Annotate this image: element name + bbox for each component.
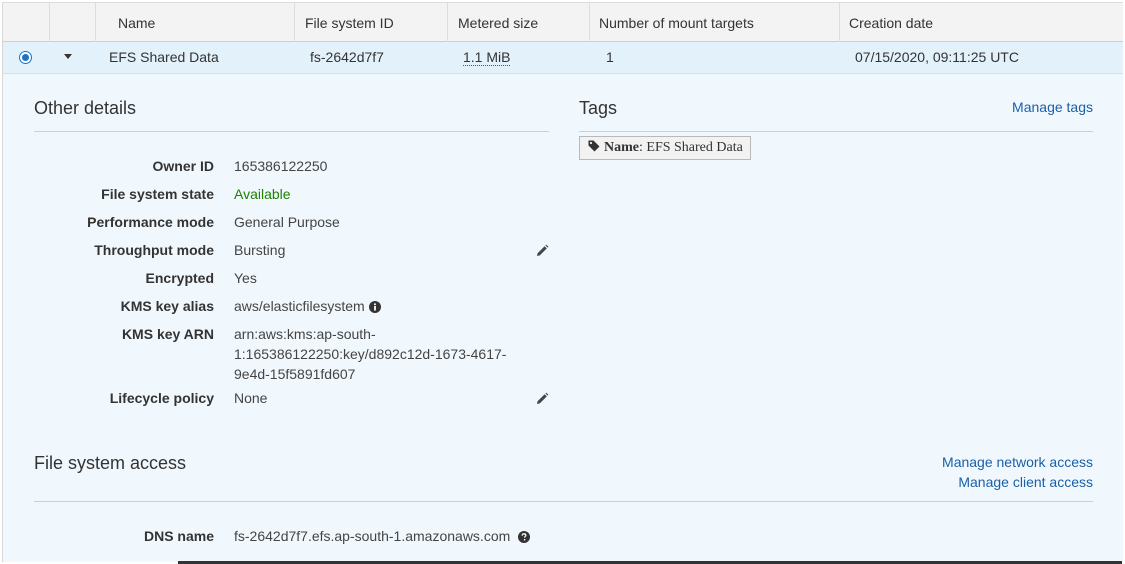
- tag-icon: [588, 140, 600, 152]
- dns-name-row: fs-2642d7f7.efs.ap-south-1.amazonaws.com: [234, 528, 531, 544]
- manage-tags-link[interactable]: Manage tags: [1012, 99, 1093, 115]
- kms-key-alias-label: KMS key alias: [120, 298, 214, 314]
- help-icon[interactable]: [518, 531, 531, 543]
- throughput-mode-label: Throughput mode: [94, 242, 214, 258]
- file-system-panel: Name File system ID Metered size Number …: [2, 2, 1123, 562]
- col-header-file-system-id[interactable]: File system ID: [294, 3, 447, 42]
- tag-key: Name: [604, 140, 639, 155]
- radio-selected-icon[interactable]: [19, 51, 32, 64]
- row-metered-size[interactable]: 1.1 MiB: [463, 42, 511, 74]
- info-icon[interactable]: [368, 301, 381, 313]
- header-expand-col: [49, 3, 95, 42]
- kms-key-arn-value: arn:aws:kms:ap-south-1:165386122250:key/…: [234, 326, 507, 382]
- tag-value: : EFS Shared Data: [639, 140, 743, 155]
- table-header: Name File system ID Metered size Number …: [3, 2, 1123, 42]
- encrypted-label: Encrypted: [145, 270, 214, 286]
- row-mount-targets: 1: [606, 49, 614, 65]
- col-header-name[interactable]: Name: [95, 3, 294, 42]
- dns-name-label: DNS name: [143, 528, 214, 544]
- performance-mode-label: Performance mode: [87, 214, 214, 230]
- dns-name-value: fs-2642d7f7.efs.ap-south-1.amazonaws.com: [234, 528, 511, 544]
- col-header-mount-targets[interactable]: Number of mount targets: [589, 3, 839, 42]
- owner-id-label: Owner ID: [152, 158, 214, 174]
- table-row[interactable]: EFS Shared Data fs-2642d7f7 1.1 MiB 1 07…: [3, 42, 1123, 74]
- lifecycle-policy-label: Lifecycle policy: [109, 390, 214, 406]
- col-header-creation-date[interactable]: Creation date: [839, 3, 1123, 42]
- pencil-icon[interactable]: [535, 392, 549, 406]
- tags-title: Tags: [579, 98, 618, 118]
- col-header-metered-size[interactable]: Metered size: [447, 3, 589, 42]
- row-name: EFS Shared Data: [109, 49, 219, 65]
- throughput-mode-value: Bursting: [234, 242, 286, 258]
- kms-key-arn-label: KMS key ARN: [121, 326, 214, 342]
- owner-id-value: 165386122250: [234, 158, 328, 174]
- kms-key-alias-row: aws/elasticfilesystem: [234, 298, 381, 314]
- row-creation-date: 07/15/2020, 09:11:25 UTC: [855, 49, 1019, 65]
- row-file-system-id: fs-2642d7f7: [310, 49, 384, 65]
- kms-key-alias-value: aws/elasticfilesystem: [234, 298, 365, 314]
- manage-network-access-link[interactable]: Manage network access: [942, 454, 1093, 470]
- metered-size-value[interactable]: 1.1 MiB: [463, 49, 511, 66]
- other-details-divider: [34, 131, 549, 132]
- caret-down-icon[interactable]: [64, 54, 72, 59]
- tags-divider: [579, 131, 1093, 132]
- other-details-title: Other details: [34, 98, 137, 118]
- header-select-col: [3, 3, 49, 42]
- file-system-access-title: File system access: [34, 453, 187, 473]
- manage-client-access-link[interactable]: Manage client access: [958, 474, 1093, 490]
- pencil-icon[interactable]: [535, 244, 549, 258]
- file-system-state-value: Available: [234, 186, 291, 202]
- performance-mode-value: General Purpose: [234, 214, 340, 230]
- lifecycle-policy-value: None: [234, 390, 268, 406]
- file-system-state-label: File system state: [101, 186, 214, 202]
- encrypted-value: Yes: [234, 270, 257, 286]
- tag-chip: Name: EFS Shared Data: [579, 136, 751, 160]
- access-divider: [34, 501, 1093, 502]
